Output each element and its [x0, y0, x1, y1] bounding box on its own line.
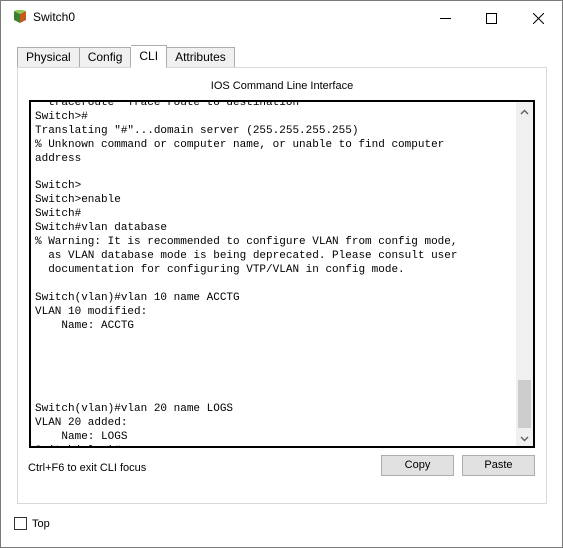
paste-button[interactable]: Paste	[462, 455, 535, 476]
scroll-thumb[interactable]	[518, 380, 531, 428]
close-icon	[532, 12, 544, 24]
title-bar[interactable]: Switch0	[1, 1, 562, 35]
tab-cli[interactable]: CLI	[131, 45, 168, 68]
chevron-down-icon	[520, 431, 529, 445]
exit-cli-hint: Ctrl+F6 to exit CLI focus	[28, 462, 147, 474]
switch0-window: Switch0 Physical Config CLI Attributes I…	[0, 0, 563, 548]
tab-bar: Physical Config CLI Attributes	[17, 45, 235, 68]
cli-heading: IOS Command Line Interface	[210, 80, 354, 92]
window-title: Switch0	[33, 10, 76, 24]
cli-output[interactable]: traceroute Trace route to destination Sw…	[35, 102, 517, 446]
cli-terminal[interactable]: traceroute Trace route to destination Sw…	[29, 100, 535, 448]
maximize-icon	[485, 12, 497, 24]
tab-physical[interactable]: Physical	[17, 47, 80, 68]
minimize-button[interactable]	[422, 1, 468, 35]
top-checkbox[interactable]	[14, 517, 27, 530]
top-toggle[interactable]: Top	[14, 517, 50, 530]
minimize-icon	[439, 13, 451, 24]
top-label: Top	[32, 517, 50, 530]
scroll-down-button[interactable]	[516, 429, 533, 446]
cli-panel: IOS Command Line Interface traceroute Tr…	[17, 67, 547, 504]
cisco-switch-icon	[12, 9, 28, 24]
maximize-button[interactable]	[468, 1, 514, 35]
terminal-scrollbar[interactable]	[516, 102, 533, 446]
chevron-up-icon	[520, 104, 529, 118]
close-button[interactable]	[515, 1, 561, 35]
scroll-up-button[interactable]	[516, 102, 533, 119]
tab-attributes[interactable]: Attributes	[167, 47, 235, 68]
tab-config[interactable]: Config	[79, 47, 132, 68]
copy-button[interactable]: Copy	[381, 455, 454, 476]
